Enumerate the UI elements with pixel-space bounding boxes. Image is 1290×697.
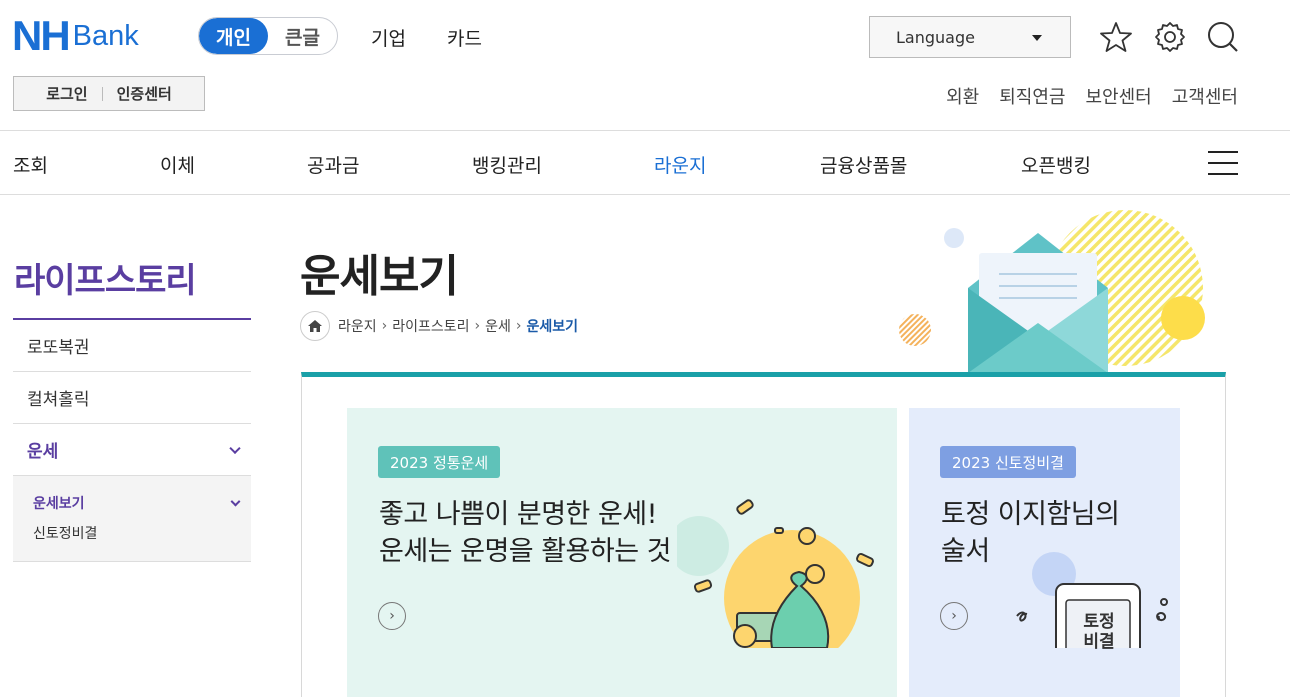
utility-links: 외환 퇴직연금 보안센터 고객센터	[946, 83, 1238, 109]
chevron-down-icon	[230, 496, 241, 507]
util-link-fx[interactable]: 외환	[946, 83, 979, 109]
card-line: 토정 이지함님의	[941, 499, 1120, 530]
arrow-right-icon[interactable]: ›	[378, 602, 406, 630]
util-link-customer[interactable]: 고객센터	[1172, 83, 1238, 109]
lnb-sub-item-fortune-view[interactable]: 운세보기	[33, 488, 251, 518]
language-label: Language	[896, 27, 975, 47]
personal-tab[interactable]: 개인	[199, 18, 268, 54]
lnb-sub-item-label: 신토정비결	[33, 526, 98, 542]
nh-bank-logo[interactable]: NH Bank	[12, 12, 139, 59]
global-nav: 조회 이체 공과금 뱅킹관리 라운지 금융상품몰 오픈뱅킹	[0, 130, 1290, 195]
lnb-title: 라이프스토리	[14, 261, 197, 301]
breadcrumb-item[interactable]: 라이프스토리	[392, 316, 469, 336]
lnb-item-label: 로또복권	[27, 338, 90, 358]
logo-bank-text: Bank	[72, 20, 139, 52]
gnb-item-inquiry[interactable]: 조회	[13, 151, 48, 178]
gnb-item-lounge[interactable]: 라운지	[654, 151, 706, 178]
search-icon[interactable]	[1206, 20, 1240, 54]
money-bag-illustration	[677, 499, 874, 648]
star-icon[interactable]	[1099, 20, 1133, 54]
gear-icon[interactable]	[1153, 20, 1187, 54]
lnb-item-label: 운세	[27, 442, 59, 462]
util-link-pension[interactable]: 퇴직연금	[999, 83, 1065, 109]
login-link[interactable]: 로그인	[46, 83, 87, 104]
lnb-item-lotto[interactable]: 로또복권	[13, 320, 251, 372]
card-text: 좋고 나쁨이 분명한 운세! 운세는 운명을 활용하는 것	[379, 496, 672, 570]
home-icon[interactable]	[300, 311, 330, 341]
lnb-item-label: 컬쳐홀릭	[27, 390, 90, 410]
gnb-item-transfer[interactable]: 이체	[160, 151, 195, 178]
page-title: 운세보기	[300, 251, 459, 302]
gnb-item-financial-mall[interactable]: 금융상품몰	[820, 151, 907, 178]
gnb-item-banking-mgmt[interactable]: 뱅킹관리	[472, 151, 542, 178]
envelope-illustration	[899, 210, 1205, 373]
cert-center-link[interactable]: 인증센터	[117, 83, 172, 104]
tojeong-card[interactable]: 2023 신토정비결 토정 이지함님의 술서 › 토정 비결	[909, 408, 1180, 697]
personal-largetext-toggle: 개인 큰글	[198, 17, 338, 55]
card-badge: 2023 신토정비결	[940, 446, 1076, 478]
breadcrumb: 라운지 › 라이프스토리 › 운세 › 운세보기	[300, 311, 578, 341]
auth-box: 로그인 인증센터	[13, 76, 205, 111]
menu-icon[interactable]	[1208, 151, 1238, 175]
util-link-security[interactable]: 보안센터	[1086, 83, 1152, 109]
breadcrumb-item[interactable]: 운세	[485, 316, 511, 336]
chevron-right-icon: ›	[381, 318, 388, 334]
corporate-link[interactable]: 기업	[371, 24, 406, 51]
fortune-card[interactable]: 2023 정통운세 좋고 나쁨이 분명한 운세! 운세는 운명을 활용하는 것 …	[347, 408, 897, 697]
chevron-right-icon: ›	[515, 318, 522, 334]
lnb-item-culture[interactable]: 컬쳐홀릭	[13, 372, 251, 424]
chevron-right-icon: ›	[474, 318, 481, 334]
card-line: 운세는 운명을 활용하는 것	[379, 536, 672, 567]
card-link[interactable]: 카드	[447, 24, 482, 51]
book-title-line: 토정	[1083, 612, 1115, 632]
book-title-line: 비결	[1083, 632, 1115, 652]
arrow-right-icon[interactable]: ›	[940, 602, 968, 630]
card-badge: 2023 정통운세	[378, 446, 501, 478]
breadcrumb-item[interactable]: 라운지	[338, 316, 377, 336]
book-title: 토정 비결	[1079, 612, 1119, 652]
breadcrumb-current: 운세보기	[526, 319, 579, 335]
chevron-down-icon	[229, 442, 241, 454]
lnb-sub-item-tojeong[interactable]: 신토정비결	[33, 518, 251, 548]
large-text-tab[interactable]: 큰글	[268, 18, 337, 54]
lnb-sub-item-label: 운세보기	[33, 496, 85, 512]
language-select[interactable]: Language	[869, 16, 1071, 58]
gnb-item-open-banking[interactable]: 오픈뱅킹	[1021, 151, 1091, 178]
card-line: 좋고 나쁨이 분명한 운세!	[379, 499, 657, 530]
side-nav: 로또복권 컬쳐홀릭 운세 운세보기 신토정비결	[13, 318, 251, 562]
divider	[101, 86, 103, 101]
caret-down-icon	[1032, 35, 1042, 41]
logo-nh-text: NH	[12, 12, 71, 59]
lnb-submenu: 운세보기 신토정비결	[13, 476, 251, 562]
lnb-item-fortune[interactable]: 운세	[13, 424, 251, 476]
gnb-item-utility-bills[interactable]: 공과금	[307, 151, 359, 178]
